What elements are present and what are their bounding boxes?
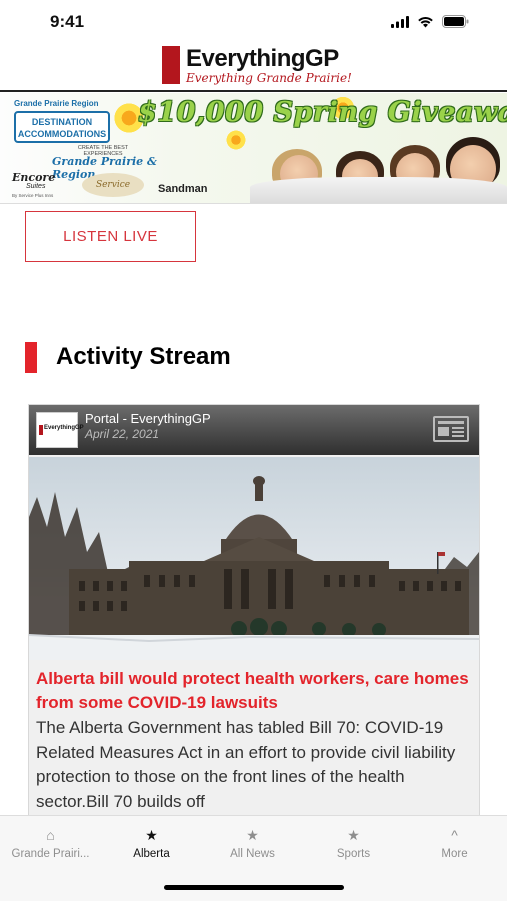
logo-title: EverythingGP — [186, 44, 339, 72]
status-time: 9:41 — [50, 12, 85, 31]
battery-icon — [442, 15, 469, 28]
article-title[interactable]: Alberta bill would protect health worker… — [36, 667, 476, 715]
card-source: Portal - EverythingGP — [85, 411, 211, 426]
tab-label: More — [441, 848, 468, 860]
ad-suites-text: Suites — [26, 183, 46, 190]
tab-label: Grande Prairi... — [11, 848, 90, 860]
status-bar: 9:41 — [0, 0, 507, 44]
card-date: April 22, 2021 — [85, 427, 160, 441]
ad-family-photo — [250, 137, 507, 203]
ad-encore-tag: By Service Plus Inns — [12, 193, 54, 198]
source-avatar: EverythingGP — [36, 412, 84, 448]
article-icon[interactable] — [433, 416, 469, 442]
article-image[interactable] — [29, 457, 479, 660]
tab-sports[interactable]: ★ Sports — [303, 826, 404, 860]
everythinggp-logo[interactable]: EverythingGP Everything Grande Prairie! — [162, 44, 352, 86]
ad-sandman-logo: Sandman — [158, 183, 208, 195]
section-header: Activity Stream — [25, 341, 231, 373]
star-icon: ★ — [347, 827, 360, 843]
home-indicator — [164, 885, 344, 890]
section-accent-bar — [25, 341, 37, 373]
ad-banner[interactable]: Grande Prairie Region DESTINATION ACCOMM… — [0, 93, 507, 204]
signal-icon — [391, 15, 409, 28]
listen-live-button[interactable]: LISTEN LIVE — [25, 211, 196, 262]
home-icon: ⌂ — [46, 827, 55, 843]
logo-bar — [162, 46, 180, 84]
tab-label: Sports — [336, 848, 371, 860]
wifi-icon — [418, 16, 433, 27]
ad-destination-logo: DESTINATION ACCOMMODATIONS — [14, 111, 110, 143]
activity-card[interactable]: EverythingGP Portal - EverythingGP April… — [28, 404, 480, 825]
tab-all-news[interactable]: ★ All News — [202, 826, 303, 860]
tab-grande-prairie[interactable]: ⌂ Grande Prairi... — [0, 826, 101, 860]
star-icon: ★ — [246, 827, 259, 843]
chevron-up-icon: ^ — [451, 827, 458, 843]
ad-gp-region: Grande Prairie Region — [14, 99, 99, 108]
section-title: Activity Stream — [56, 343, 231, 370]
tab-more[interactable]: ^ More — [404, 826, 505, 860]
ad-headline: $10,000 Spring Giveaway! — [138, 97, 507, 128]
article-excerpt: The Alberta Government has tabled Bill 7… — [36, 718, 456, 811]
flower-decoration — [225, 129, 247, 151]
ad-service-logo: Service — [82, 173, 144, 197]
logo-tagline: Everything Grande Prairie! — [186, 70, 352, 85]
app-header: EverythingGP Everything Grande Prairie! — [0, 44, 507, 92]
card-header: EverythingGP Portal - EverythingGP April… — [29, 405, 479, 455]
tab-label: Alberta — [133, 848, 170, 860]
status-icons — [391, 15, 469, 28]
star-icon: ★ — [145, 827, 158, 843]
tab-alberta[interactable]: ★ Alberta — [101, 826, 202, 860]
tab-label: All News — [230, 848, 275, 860]
